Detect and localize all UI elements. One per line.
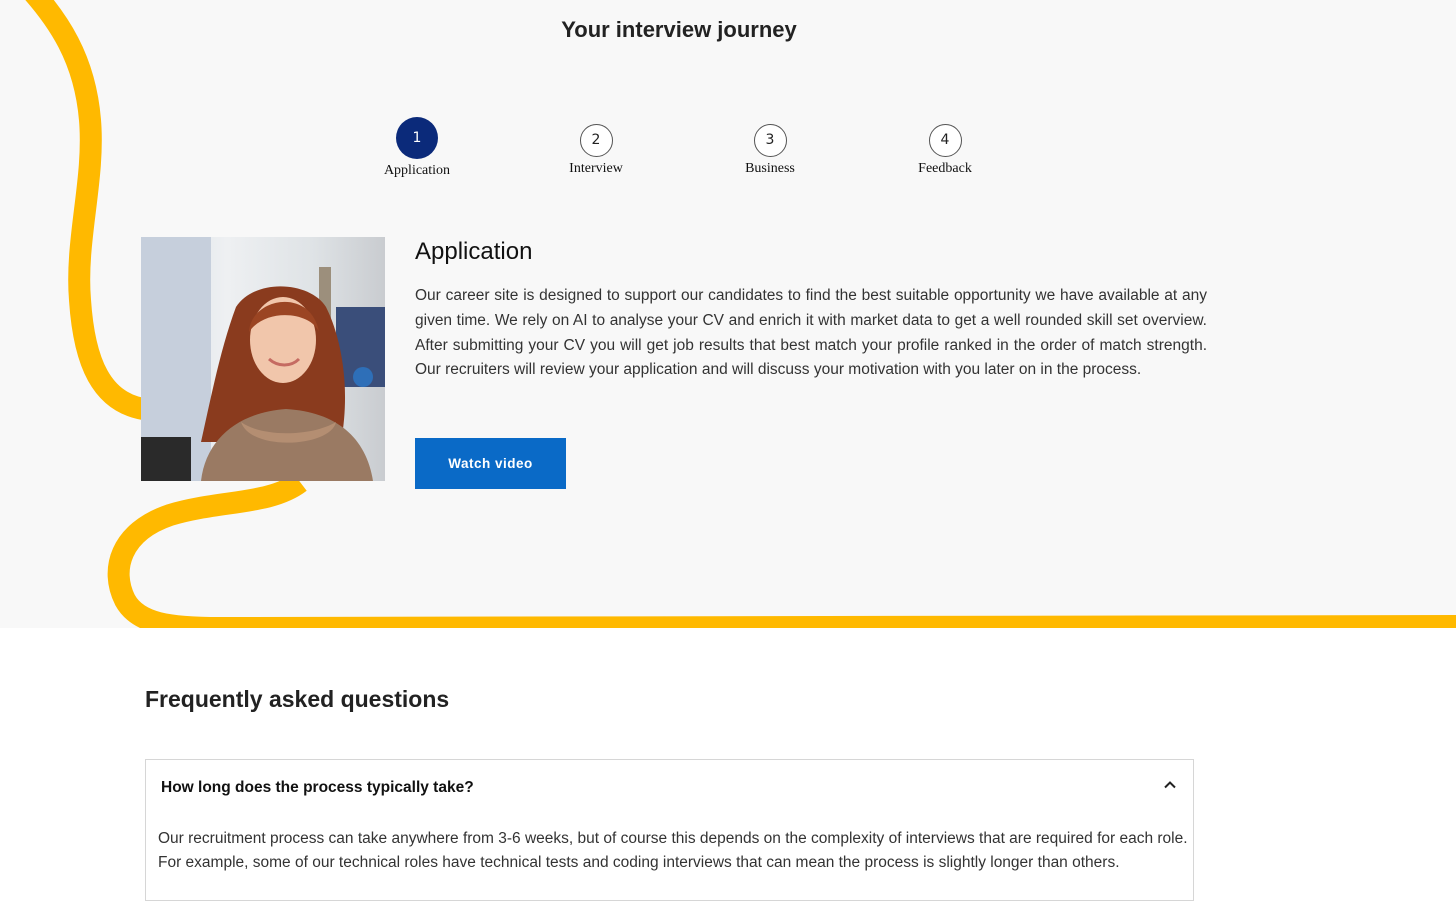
chevron-up-icon[interactable] — [1163, 778, 1177, 792]
step-application[interactable]: 1 Application — [357, 117, 477, 179]
step-number: 4 — [928, 124, 962, 157]
watch-video-button[interactable]: Watch video — [415, 438, 566, 489]
content-heading: Application — [415, 238, 533, 265]
step-label: Application — [383, 163, 451, 178]
step-number: 1 — [396, 117, 438, 159]
faq-item: How long does the process typically take… — [145, 759, 1194, 901]
step-number: 2 — [579, 124, 613, 157]
section-title: Your interview journey — [561, 17, 797, 42]
step-feedback[interactable]: 4 Feedback — [885, 124, 1005, 177]
step-label: Business — [745, 161, 795, 176]
faq-question: How long does the process typically take… — [161, 779, 474, 796]
content-description: Our career site is designed to support o… — [415, 287, 1207, 379]
step-number: 3 — [753, 124, 787, 157]
step-label: Interview — [569, 161, 623, 176]
interview-journey-section: Your interview journey 1 Application 2 I… — [0, 0, 1456, 628]
step-interview[interactable]: 2 Interview — [536, 124, 656, 177]
faq-answer: Our recruitment process can take anywher… — [158, 830, 1188, 871]
faq-title: Frequently asked questions — [145, 686, 450, 712]
step-business[interactable]: 3 Business — [710, 124, 830, 177]
faq-question-toggle[interactable]: How long does the process typically take… — [146, 760, 1193, 814]
candidate-photo — [141, 237, 385, 481]
step-label: Feedback — [918, 161, 972, 176]
